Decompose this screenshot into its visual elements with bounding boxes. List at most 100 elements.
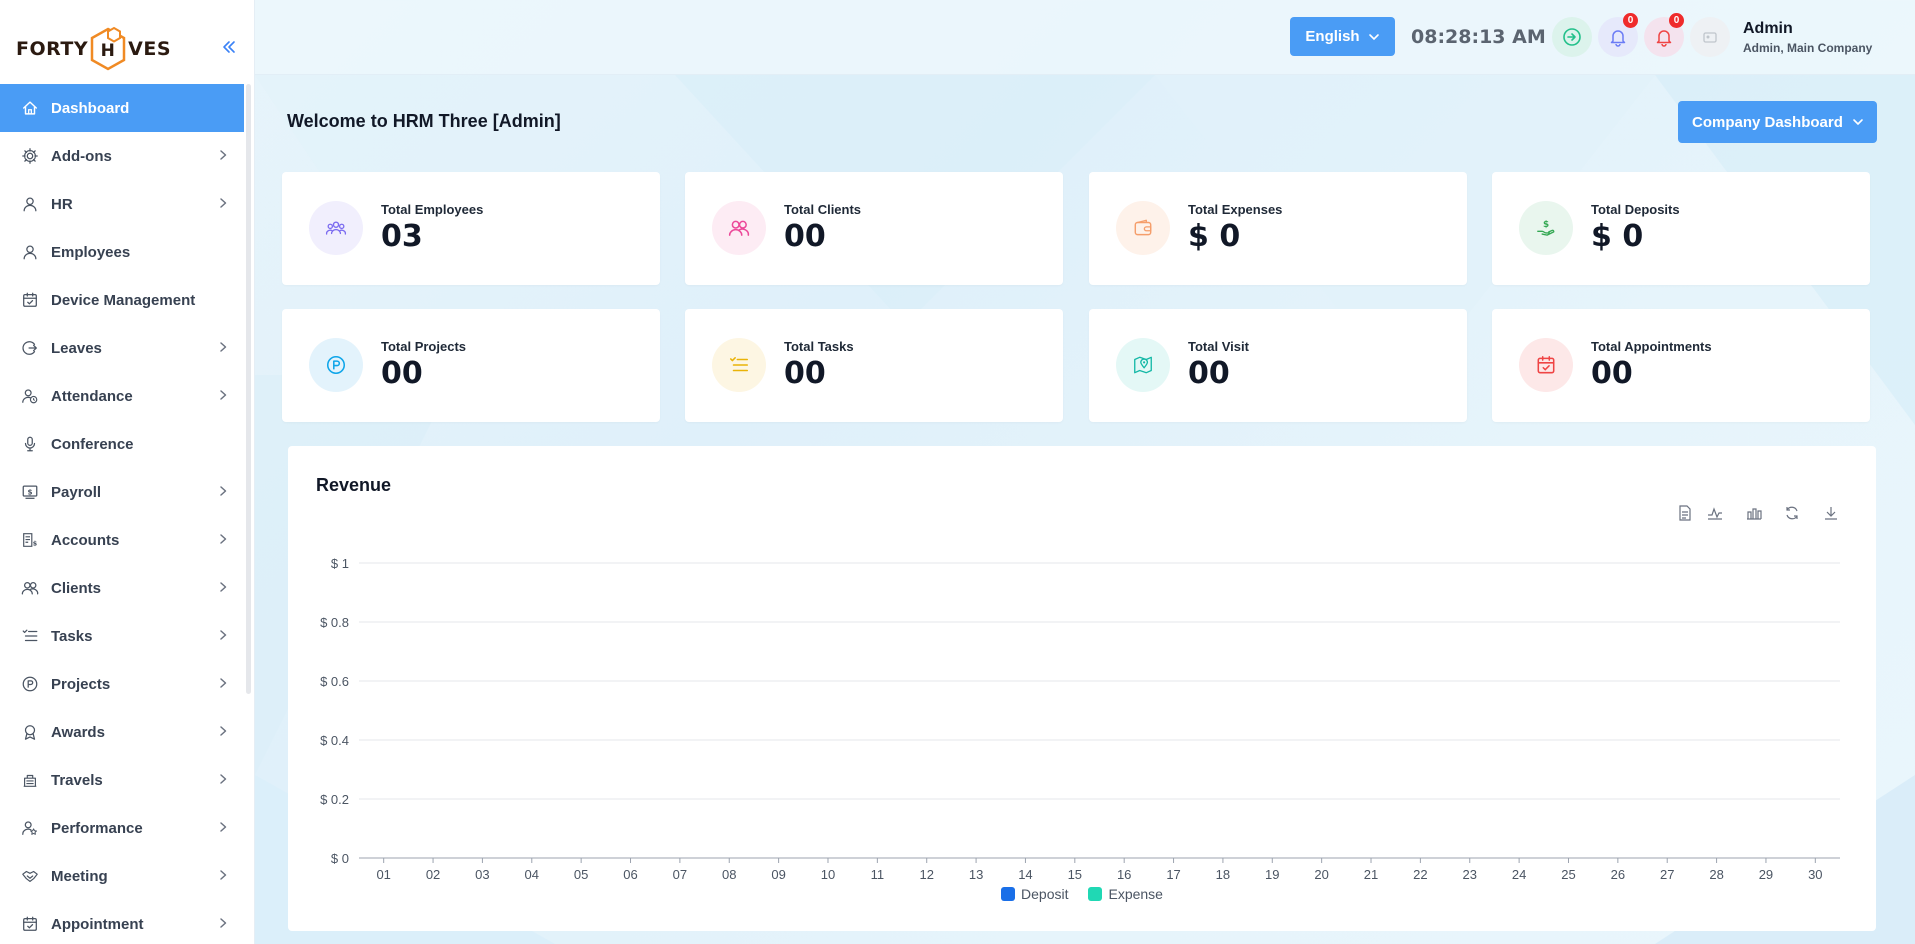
sidebar-item-appointment[interactable]: Appointment <box>0 900 244 944</box>
user-clock-icon-wrap <box>20 386 40 406</box>
performance-icon-wrap <box>20 818 40 838</box>
project-p-icon-wrap <box>20 674 40 694</box>
x-tick-label: 16 <box>1117 867 1131 882</box>
alerts-button[interactable]: 0 <box>1644 13 1684 57</box>
stat-card-total-tasks[interactable]: Total Tasks 00 <box>685 309 1063 422</box>
company-logo[interactable]: FORTY H VES <box>16 26 171 72</box>
notifications-button[interactable]: 0 <box>1598 13 1638 57</box>
sidebar-item-label: Add-ons <box>51 147 112 165</box>
microphone-icon <box>24 436 36 452</box>
leave-icon-wrap <box>20 338 40 358</box>
travel-icon <box>23 774 37 787</box>
home-icon <box>22 101 38 115</box>
chevron-down-icon <box>1853 119 1863 126</box>
team-icon <box>325 221 347 235</box>
stat-card-total-appointments[interactable]: Total Appointments 00 <box>1492 309 1870 422</box>
sidebar-item-employees[interactable]: Employees <box>0 228 244 276</box>
sidebar-item-label: Travels <box>51 771 103 789</box>
chevron-right-icon <box>220 342 227 352</box>
x-tick-label: 19 <box>1265 867 1279 882</box>
calendar-check-icon-wrap <box>20 914 40 934</box>
sidebar-item-hr[interactable]: HR <box>0 180 244 228</box>
stat-label: Total Tasks <box>784 339 854 354</box>
x-tick-label: 25 <box>1561 867 1575 882</box>
stat-card-total-expenses[interactable]: Total Expenses $ 0 <box>1089 172 1467 285</box>
project-p-icon <box>326 355 346 375</box>
double-chevron-left-icon <box>223 41 235 53</box>
sidebar-item-attendance[interactable]: Attendance <box>0 372 244 420</box>
x-tick-label: 26 <box>1611 867 1625 882</box>
travel-icon-wrap <box>20 770 40 790</box>
chevron-right-icon <box>220 630 227 640</box>
sidebar-item-dashboard[interactable]: Dashboard <box>0 84 244 132</box>
sidebar-item-travels[interactable]: Travels <box>0 756 244 804</box>
microphone-icon-wrap <box>20 434 40 454</box>
dashboard-select[interactable]: Company Dashboard <box>1678 101 1877 143</box>
chevron-right-icon <box>220 198 227 208</box>
sidebar-item-leaves[interactable]: Leaves <box>0 324 244 372</box>
sidebar-item-accounts[interactable]: $ Accounts <box>0 516 244 564</box>
language-label: English <box>1305 28 1360 45</box>
award-icon <box>24 725 36 740</box>
bell-alert-icon <box>1656 30 1672 47</box>
chevron-right-icon <box>220 822 227 832</box>
legend-swatch <box>1088 887 1103 901</box>
checklist-icon <box>22 629 38 642</box>
sidebar-item-label: Accounts <box>51 531 120 549</box>
chevron-right-icon <box>220 390 227 400</box>
stat-label: Total Appointments <box>1591 339 1712 354</box>
svg-text:$: $ <box>33 540 37 547</box>
stat-icon-circle <box>712 201 766 255</box>
sidebar-nav: Dashboard Add-ons HR Employees Device Manage… <box>0 84 244 944</box>
legend-label: Deposit <box>1021 886 1069 902</box>
project-p-icon <box>22 676 38 692</box>
x-tick-label: 22 <box>1413 867 1427 882</box>
stat-icon-circle <box>1116 201 1170 255</box>
sidebar-scrollbar[interactable] <box>246 84 251 694</box>
sidebar-item-device-management[interactable]: Device Management <box>0 276 244 324</box>
sidebar-item-payroll[interactable]: $ Payroll <box>0 468 244 516</box>
chevron-right-icon <box>220 150 227 160</box>
x-tick-label: 13 <box>969 867 983 882</box>
stat-card-total-deposits[interactable]: $ Total Deposits $ 0 <box>1492 172 1870 285</box>
x-tick-label: 14 <box>1018 867 1032 882</box>
sidebar-item-add-ons[interactable]: Add-ons <box>0 132 244 180</box>
leave-icon <box>22 341 38 355</box>
calendar-check-icon <box>1537 355 1555 374</box>
map-pin-icon <box>1134 356 1152 374</box>
x-tick-label: 21 <box>1364 867 1378 882</box>
x-tick-label: 12 <box>919 867 933 882</box>
sidebar-item-tasks[interactable]: Tasks <box>0 612 244 660</box>
user-icon-wrap <box>20 242 40 262</box>
sidebar-item-meeting[interactable]: Meeting <box>0 852 244 900</box>
stat-card-total-employees[interactable]: Total Employees 03 <box>282 172 660 285</box>
sign-in-icon <box>1563 28 1581 46</box>
chevron-right-icon <box>220 774 227 784</box>
avatar[interactable] <box>1690 17 1730 57</box>
calendar-check-icon-wrap <box>20 290 40 310</box>
stat-card-total-visit[interactable]: Total Visit 00 <box>1089 309 1467 422</box>
collapse-sidebar-button[interactable] <box>219 37 239 57</box>
stat-card-total-clients[interactable]: Total Clients 00 <box>685 172 1063 285</box>
deposit-hand-icon: $ <box>1537 220 1555 236</box>
stat-card-total-projects[interactable]: Total Projects 00 <box>282 309 660 422</box>
sidebar-item-clients[interactable]: Clients <box>0 564 244 612</box>
dashboard-select-label: Company Dashboard <box>1692 113 1843 131</box>
legend-swatch <box>1001 887 1016 901</box>
sidebar-item-label: Projects <box>51 675 111 693</box>
user-clock-icon <box>22 389 38 404</box>
stat-label: Total Visit <box>1188 339 1249 354</box>
legend-item-deposit[interactable]: Deposit <box>1001 886 1068 902</box>
x-tick-label: 02 <box>426 867 440 882</box>
x-tick-label: 03 <box>475 867 489 882</box>
gear-icon <box>22 148 38 164</box>
sidebar-item-projects[interactable]: Projects <box>0 660 244 708</box>
legend-item-expense[interactable]: Expense <box>1088 886 1163 902</box>
sidebar-item-performance[interactable]: Performance <box>0 804 244 852</box>
clock-in-button[interactable] <box>1552 17 1592 57</box>
sidebar-item-conference[interactable]: Conference <box>0 420 244 468</box>
language-select[interactable]: English <box>1290 17 1395 56</box>
sidebar-item-awards[interactable]: Awards <box>0 708 244 756</box>
sidebar-item-label: Employees <box>51 243 131 261</box>
user-name[interactable]: Admin <box>1743 20 1793 38</box>
